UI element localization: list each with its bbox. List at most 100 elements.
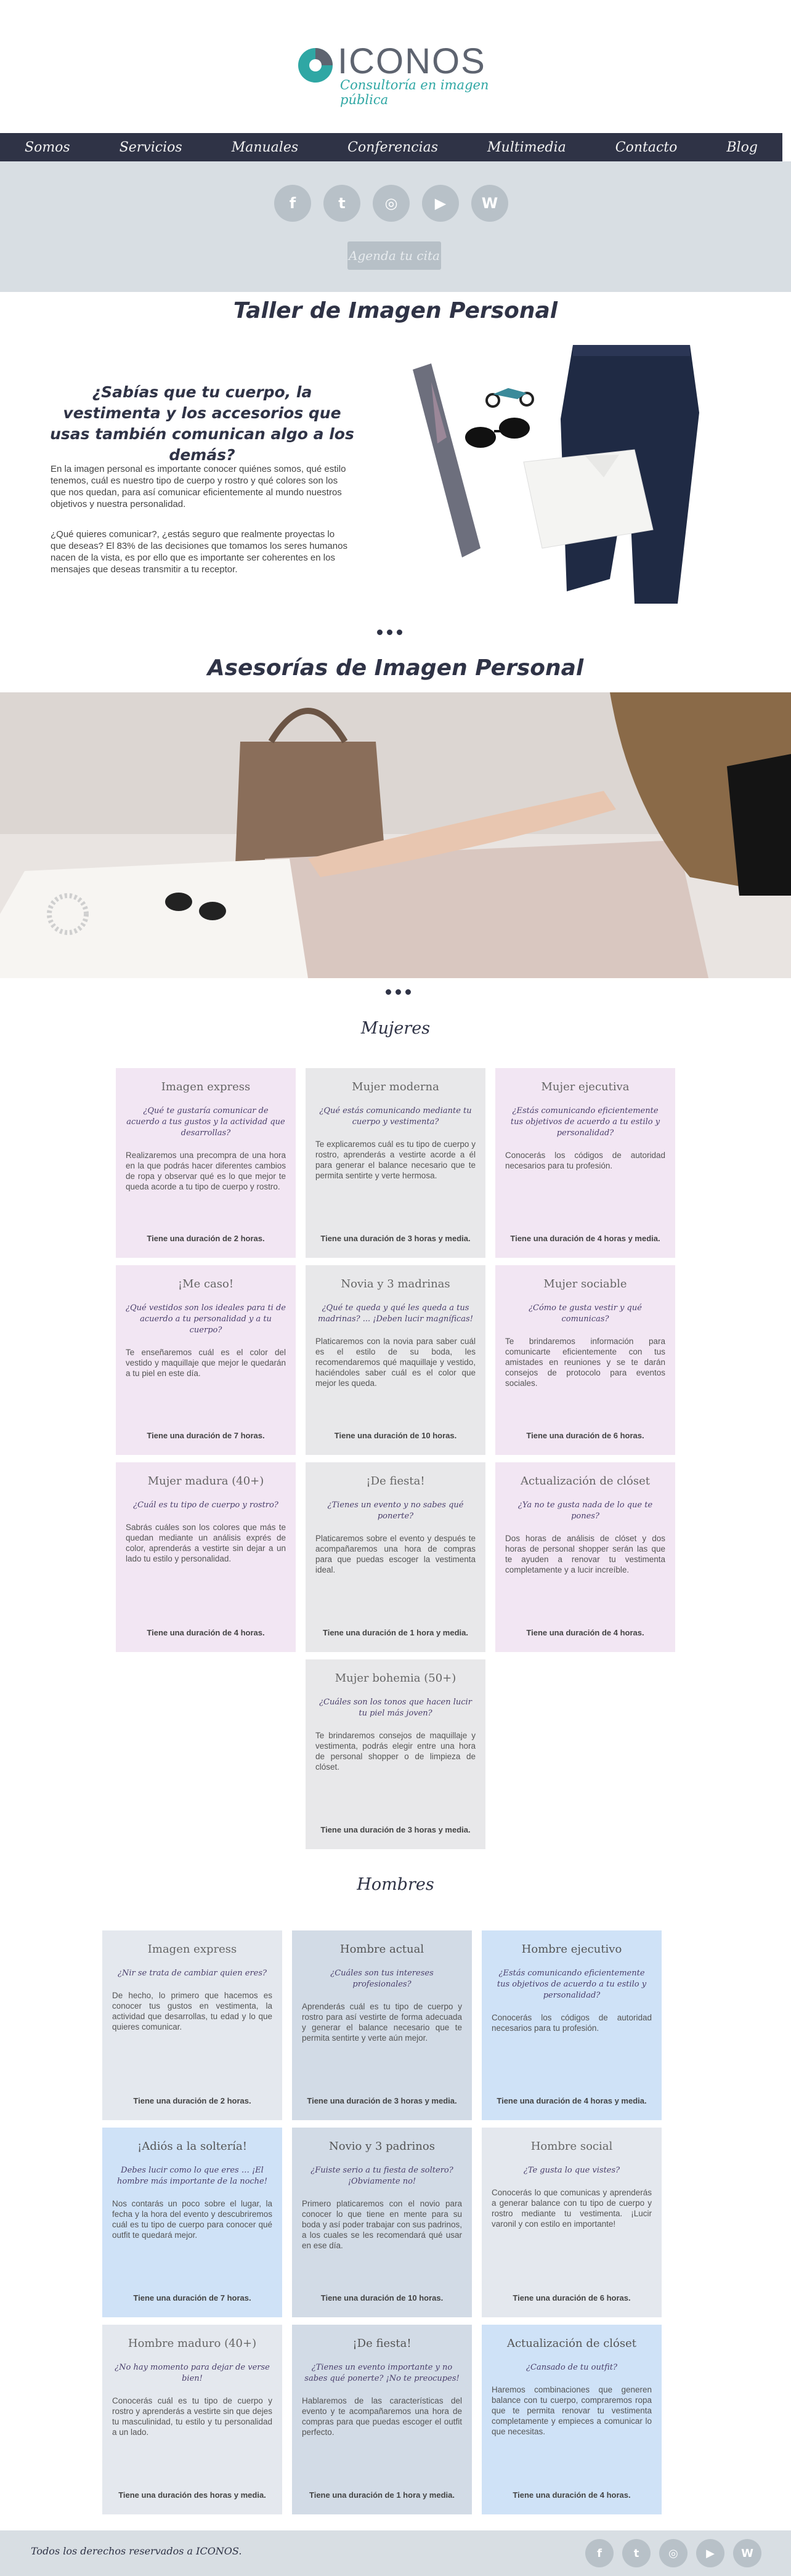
card-duration: Tiene una duración de 3 horas y media.: [320, 1825, 471, 1834]
card-question: Debes lucir como lo que eres … ¡El hombr…: [117, 2166, 267, 2186]
card-title: Novia y 3 madrinas: [341, 1278, 450, 1290]
card-duration: Tiene una duración de 4 horas.: [147, 1628, 265, 1637]
footer-social-links: f t ◎ ▶ W: [585, 2539, 761, 2567]
card-duration: Tiene una duración de 6 horas.: [513, 2293, 631, 2303]
card-question: ¿Fuiste serio a tu fiesta de soltero? ¡O…: [310, 2166, 453, 2186]
footer-copyright: Todos los derechos reservados a ICONOS.: [31, 2545, 242, 2557]
card-title: Mujer sociable: [543, 1278, 627, 1290]
card-hombre-social[interactable]: Hombre social ¿Te gusta lo que vistes? C…: [482, 2128, 662, 2317]
card-title: Mujer ejecutiva: [541, 1080, 630, 1093]
twitter-icon[interactable]: t: [323, 185, 360, 222]
card-duration: Tiene una duración de 2 horas.: [133, 2096, 251, 2105]
card-question: ¿Estás comunicando eficientemente tus ob…: [497, 1969, 647, 2000]
card-body: Conocerás los códigos de autoridad neces…: [505, 1151, 665, 1170]
social-links: f t ◎ ▶ W: [274, 185, 508, 222]
card-imagen-express-mujer[interactable]: Imagen express ¿Qué te gustaría comunica…: [116, 1068, 296, 1258]
logo-mark-icon: [298, 48, 333, 83]
card-me-caso[interactable]: ¡Me caso! ¿Qué vestidos son los ideales …: [116, 1265, 296, 1455]
card-body: Conocerás los códigos de autoridad neces…: [492, 2013, 652, 2033]
card-title: ¡De fiesta!: [352, 2337, 412, 2350]
main-nav: Somos Servicios Manuales Conferencias Mu…: [0, 133, 782, 161]
taller-title: Taller de Imagen Personal: [233, 298, 558, 323]
logo-tagline: Consultoría en imagen pública: [340, 78, 489, 107]
card-mujer-moderna[interactable]: Mujer moderna ¿Qué estás comunicando med…: [306, 1068, 485, 1258]
instagram-icon[interactable]: ◎: [659, 2539, 688, 2567]
mujeres-title: Mujeres: [360, 1019, 431, 1038]
card-de-fiesta-mujer[interactable]: ¡De fiesta! ¿Tienes un evento y no sabes…: [306, 1462, 485, 1652]
card-body: Haremos combinaciones que generen balanc…: [492, 2385, 652, 2436]
card-title: Mujer madura (40+): [147, 1475, 264, 1488]
card-novio-3-padrinos[interactable]: Novio y 3 padrinos ¿Fuiste serio a tu fi…: [292, 2128, 472, 2317]
card-hombre-ejecutivo[interactable]: Hombre ejecutivo ¿Estás comunicando efic…: [482, 1930, 662, 2120]
card-question: ¿Cuáles son los tonos que hacen lucir tu…: [319, 1698, 472, 1718]
card-body: Aprenderás cuál es tu tipo de cuerpo y r…: [302, 2002, 462, 2043]
card-question: ¿Nir se trata de cambiar quien eres?: [117, 1969, 267, 1978]
card-body: Nos contarás un poco sobre el lugar, la …: [112, 2199, 272, 2240]
card-title: Imagen express: [161, 1080, 251, 1093]
card-mujer-madura[interactable]: Mujer madura (40+) ¿Cuál es tu tipo de c…: [116, 1462, 296, 1652]
nav-item-contacto[interactable]: Contacto: [615, 140, 678, 155]
card-question: ¿Qué estás comunicando mediante tu cuerp…: [319, 1106, 472, 1127]
nav-item-blog[interactable]: Blog: [726, 140, 758, 155]
card-title: Actualización de clóset: [520, 1475, 651, 1488]
card-actualizacion-closet-hombre[interactable]: Actualización de clóset ¿Cansado de tu o…: [482, 2325, 662, 2514]
card-mujer-bohemia[interactable]: Mujer bohemia (50+) ¿Cuáles son los tono…: [306, 1659, 485, 1849]
card-question: ¿Cansado de tu outfit?: [526, 2363, 617, 2372]
card-body: Te brindaremos consejos de maquillaje y …: [315, 1731, 476, 1772]
card-hombre-actual[interactable]: Hombre actual ¿Cuáles son tus intereses …: [292, 1930, 472, 2120]
card-duration: Tiene una duración de 3 horas y media.: [307, 2096, 457, 2105]
card-duration: Tiene una duración de 1 hora y media.: [309, 2490, 455, 2500]
twitter-icon[interactable]: t: [622, 2539, 651, 2567]
nav-item-manuales[interactable]: Manuales: [232, 140, 298, 155]
carousel-dots-1[interactable]: [377, 630, 402, 635]
card-question: ¿Qué te queda y qué les queda a tus madr…: [318, 1303, 473, 1324]
nav-item-multimedia[interactable]: Multimedia: [487, 140, 566, 155]
card-duration: Tiene una duración de 7 horas.: [133, 2293, 251, 2303]
card-duration: Tiene una duración de 4 horas y media.: [510, 1234, 660, 1243]
card-duration: Tiene una duración de 7 horas.: [147, 1431, 265, 1440]
card-title: ¡De fiesta!: [366, 1475, 425, 1488]
card-question: ¿Te gusta lo que vistes?: [523, 2166, 620, 2175]
taller-question: ¿Sabías que tu cuerpo, la vestimenta y l…: [50, 383, 354, 464]
card-body: Conocerás cuál es tu tipo de cuerpo y ro…: [112, 2396, 272, 2437]
facebook-icon[interactable]: f: [585, 2539, 614, 2567]
facebook-icon[interactable]: f: [274, 185, 311, 222]
card-novia-3-madrinas[interactable]: Novia y 3 madrinas ¿Qué te queda y qué l…: [306, 1265, 485, 1455]
site-logo[interactable]: ICONOS Consultoría en imagen pública: [290, 36, 499, 107]
youtube-icon[interactable]: ▶: [422, 185, 459, 222]
card-title: ¡Me caso!: [177, 1278, 234, 1290]
card-question: ¿Cuál es tu tipo de cuerpo y rostro?: [133, 1501, 278, 1510]
asesorias-title: Asesorías de Imagen Personal: [207, 655, 584, 681]
card-question: ¿Tienes un evento importante y no sabes …: [304, 2363, 460, 2383]
card-body: Primero platicaremos con el novio para c…: [302, 2199, 462, 2250]
card-question: ¿Tienes un evento y no sabes qué ponerte…: [327, 1501, 464, 1521]
nav-item-conferencias[interactable]: Conferencias: [347, 140, 438, 155]
card-mujer-ejecutiva[interactable]: Mujer ejecutiva ¿Estás comunicando efici…: [495, 1068, 675, 1258]
card-title: Novio y 3 padrinos: [329, 2140, 435, 2153]
card-hombre-maduro[interactable]: Hombre maduro (40+) ¿No hay momento para…: [102, 2325, 282, 2514]
nav-item-servicios[interactable]: Servicios: [120, 140, 182, 155]
youtube-icon[interactable]: ▶: [696, 2539, 724, 2567]
card-imagen-express-hombre[interactable]: Imagen express ¿Nir se trata de cambiar …: [102, 1930, 282, 2120]
taller-paragraph-1: En la imagen personal es importante cono…: [51, 464, 346, 509]
instagram-icon[interactable]: ◎: [373, 185, 410, 222]
nav-item-somos[interactable]: Somos: [25, 140, 70, 155]
card-adios-solteria[interactable]: ¡Adiós a la soltería! Debes lucir como l…: [102, 2128, 282, 2317]
wordpress-icon[interactable]: W: [471, 185, 508, 222]
card-question: ¿Estás comunicando eficientemente tus ob…: [510, 1106, 660, 1138]
card-body: Sabrás cuáles son los colores que más te…: [126, 1523, 286, 1563]
card-mujer-sociable[interactable]: Mujer sociable ¿Cómo te gusta vestir y q…: [495, 1265, 675, 1455]
wordpress-icon[interactable]: W: [733, 2539, 761, 2567]
card-de-fiesta-hombre[interactable]: ¡De fiesta! ¿Tienes un evento importante…: [292, 2325, 472, 2514]
card-title: Imagen express: [147, 1943, 237, 1956]
card-body: De hecho, lo primero que hacemos es cono…: [112, 1991, 272, 2031]
card-title: Hombre actual: [339, 1943, 424, 1956]
styling-session-image: [0, 692, 791, 978]
card-duration: Tiene una duración de 4 horas.: [526, 1628, 644, 1637]
card-actualizacion-closet-mujer[interactable]: Actualización de clóset ¿Ya no te gusta …: [495, 1462, 675, 1652]
card-duration: Tiene una duración de 10 horas.: [334, 1431, 457, 1440]
card-body: Te brindaremos información para comunica…: [505, 1337, 665, 1388]
card-duration: Tiene una duración de 6 horas.: [526, 1431, 644, 1440]
carousel-dots-2[interactable]: [386, 989, 411, 995]
agenda-button[interactable]: Agenda tu cita: [347, 241, 441, 270]
